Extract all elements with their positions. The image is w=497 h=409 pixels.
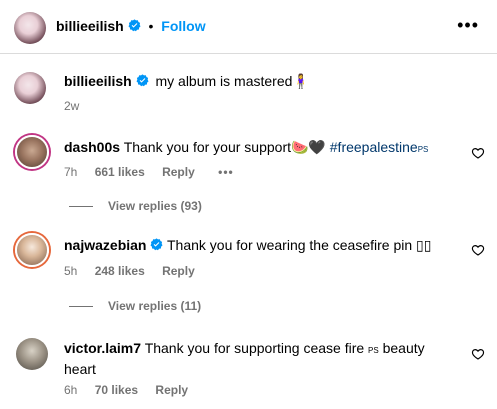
separator-dot: • — [148, 18, 154, 34]
comment-time: 6h — [64, 383, 78, 397]
comment-body: victor.laim7 Thank you for supporting ce… — [64, 339, 444, 378]
verified-badge-icon — [150, 238, 163, 251]
caption-age: 2w — [64, 99, 80, 113]
hashtag-link[interactable]: #freepalestinePS — [330, 139, 429, 155]
comment-username[interactable]: najwazebian — [64, 237, 146, 253]
ps-glyph: PS — [368, 346, 379, 355]
verified-badge-icon — [136, 74, 149, 87]
author-username[interactable]: billieeilish — [56, 18, 124, 34]
comment-text: Thank you for wearing the ceasefire pin — [167, 237, 413, 253]
caption: billieeilish my album is mastered🧍‍♀️ — [64, 73, 310, 90]
comment-text-line2: heart — [64, 361, 96, 377]
verified-badge-icon — [128, 19, 141, 32]
comment-username[interactable]: victor.laim7 — [64, 340, 141, 356]
caption-text: my album is mastered — [155, 73, 293, 89]
caption-avatar[interactable] — [14, 72, 46, 104]
comment-meta: 5h 248 likes Reply — [64, 264, 209, 278]
post-header: billieeilish • Follow ••• — [0, 0, 497, 54]
heart-outline-icon[interactable] — [471, 347, 485, 361]
more-options-icon[interactable]: ••• — [457, 16, 479, 34]
comment-time: 5h — [64, 264, 78, 278]
view-replies-button[interactable]: View replies (11) — [108, 299, 201, 313]
comment-likes[interactable]: 661 likes — [95, 165, 145, 179]
comment-text: Thank you for your support — [123, 139, 291, 155]
heart-outline-icon[interactable] — [471, 146, 485, 160]
comment-body: dash00s Thank you for your support🍉🖤 #fr… — [64, 138, 428, 159]
comment-text: Thank you for supporting cease fire — [144, 340, 365, 356]
comment-meta: 6h 70 likes Reply — [64, 383, 202, 397]
view-replies-button[interactable]: View replies (93) — [108, 199, 202, 213]
comment-meta: 7h 661 likes Reply ••• — [64, 165, 248, 179]
comment-avatar[interactable] — [15, 233, 49, 267]
author-line: billieeilish • Follow — [56, 18, 206, 34]
replies-divider — [69, 206, 93, 207]
reply-button[interactable]: Reply — [162, 165, 195, 179]
comment-username[interactable]: dash00s — [64, 139, 120, 155]
comment-body: najwazebian Thank you for wearing the ce… — [64, 236, 431, 254]
comment-options-icon[interactable]: ••• — [218, 165, 234, 179]
comment-likes[interactable]: 248 likes — [95, 264, 145, 278]
comment-avatar[interactable] — [15, 135, 49, 169]
reply-button[interactable]: Reply — [155, 383, 188, 397]
comment-emoji: 🍉🖤 — [291, 139, 326, 155]
caption-emoji: 🧍‍♀️ — [292, 73, 310, 89]
author-avatar[interactable] — [14, 12, 46, 44]
comment-trailing-glyphs: ▯▯ — [416, 237, 432, 253]
caption-username[interactable]: billieeilish — [64, 73, 132, 89]
comment-time: 7h — [64, 165, 78, 179]
comment-likes[interactable]: 70 likes — [95, 383, 138, 397]
follow-button[interactable]: Follow — [161, 18, 205, 34]
heart-outline-icon[interactable] — [471, 243, 485, 257]
replies-divider — [69, 306, 93, 307]
comment-text-end: beauty — [382, 340, 425, 356]
reply-button[interactable]: Reply — [162, 264, 195, 278]
comment-avatar[interactable] — [16, 338, 48, 370]
